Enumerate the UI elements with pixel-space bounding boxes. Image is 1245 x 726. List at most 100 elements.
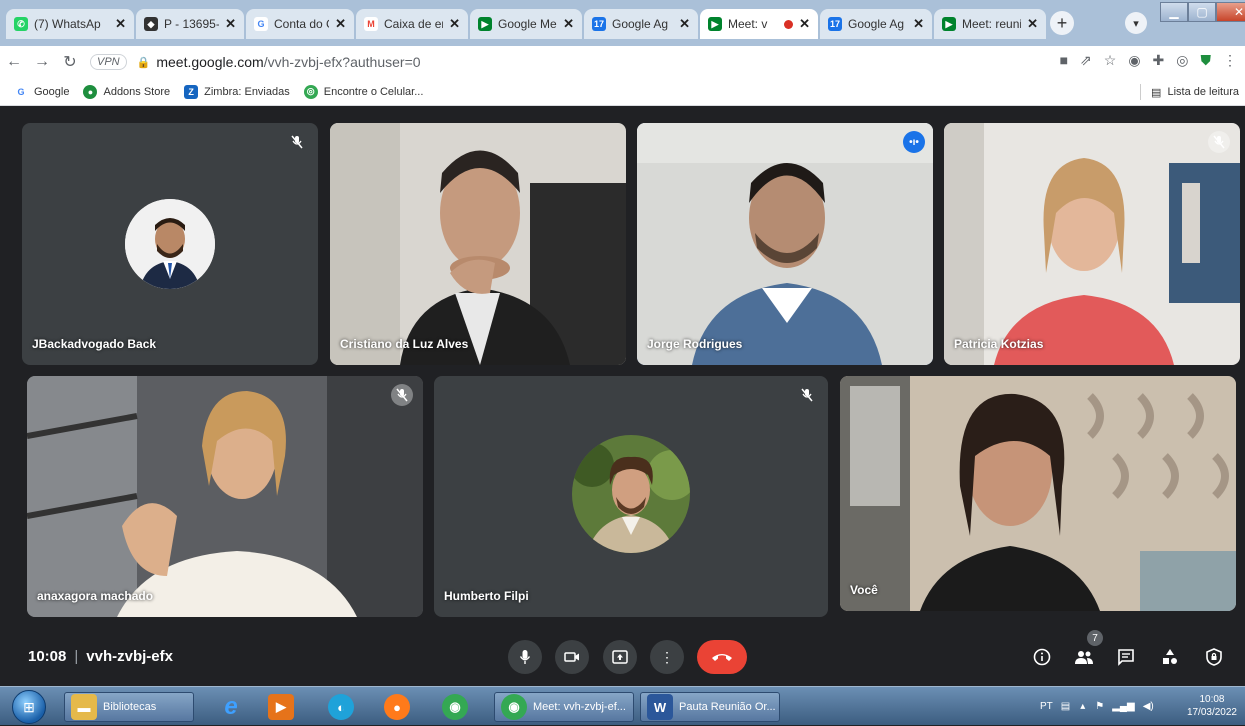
info-icon — [1033, 648, 1051, 666]
address-bar: ← → ↻ VPN 🔒 meet.google.com/vvh-zvbj-efx… — [0, 46, 1245, 78]
close-icon[interactable]: ✕ — [799, 16, 810, 32]
extension-icon[interactable]: ◉ — [1128, 52, 1140, 69]
taskbar-item-chrome[interactable]: ◉ — [436, 692, 480, 722]
meet-icon: ▶ — [942, 17, 956, 31]
video-camera-icon — [564, 652, 579, 662]
meeting-details-button[interactable] — [1029, 644, 1055, 670]
participant-video — [27, 376, 423, 617]
camera-icon[interactable]: ■ — [1060, 52, 1068, 69]
mic-off-icon — [796, 384, 818, 406]
volume-icon[interactable]: ◀) — [1143, 701, 1154, 712]
participant-tile[interactable]: anaxagora machado — [27, 376, 423, 617]
taskbar-item-bibliotecas[interactable]: ▬ Bibliotecas — [64, 692, 194, 722]
close-icon[interactable]: ✕ — [679, 16, 690, 32]
share-icon[interactable]: ⇗ — [1080, 52, 1092, 69]
microphone-button[interactable] — [508, 640, 542, 674]
participant-tile[interactable]: Cristiano da Luz Alves — [330, 123, 626, 365]
tab-google-calendar-2[interactable]: 17 Google Ag ✕ — [820, 9, 932, 39]
edge-icon: ◐ — [328, 694, 354, 720]
more-vert-icon: ⋮ — [660, 648, 674, 665]
close-icon[interactable]: ✕ — [913, 16, 924, 32]
bookmark-find-device[interactable]: ◎ Encontre o Celular... — [303, 84, 423, 99]
windows-taskbar: ⊞ ▬ Bibliotecas e ▶ ◐ ● ◉ ◉ Meet: vvh-zv… — [0, 686, 1245, 725]
tab-meet-reuniao[interactable]: ▶ Meet: reuni ✕ — [934, 9, 1046, 39]
participants-button[interactable] — [1071, 644, 1097, 670]
leave-call-button[interactable] — [697, 640, 747, 674]
network-icon[interactable]: ▂▄▆ — [1112, 701, 1134, 712]
close-icon[interactable]: ✕ — [335, 16, 346, 32]
meet-icon: ▶ — [708, 17, 722, 31]
show-hidden-icons-icon[interactable]: ▴ — [1080, 701, 1085, 712]
tab-whatsapp[interactable]: ✆ (7) WhatsAp ✕ — [6, 9, 134, 39]
word-icon: W — [647, 694, 673, 720]
taskbar-item-media-player[interactable]: ▶ — [262, 692, 306, 722]
mic-off-icon — [286, 131, 308, 153]
host-controls-button[interactable] — [1201, 644, 1227, 670]
puzzle-icon[interactable]: ✚ — [1153, 52, 1165, 69]
close-window-button[interactable]: ✕ — [1216, 2, 1245, 22]
mic-off-icon — [1208, 131, 1230, 153]
reading-list[interactable]: ▤ Lista de leitura — [1140, 84, 1239, 100]
close-icon[interactable]: ✕ — [225, 16, 236, 32]
new-tab-button[interactable]: + — [1050, 11, 1074, 35]
shield-icon[interactable]: ⛊ — [1201, 52, 1212, 69]
tab-meet-active[interactable]: ▶ Meet: v ✕ — [700, 9, 818, 39]
taskbar-clock[interactable]: 10:08 17/03/2022 — [1187, 693, 1237, 719]
start-button[interactable]: ⊞ — [12, 690, 46, 724]
keyboard-icon[interactable]: ▤ — [1061, 701, 1070, 712]
camera-button[interactable] — [555, 640, 589, 674]
google-icon: G — [254, 17, 268, 31]
meet-control-bar: 10:08 | vvh-zvbj-efx ⋮ — [0, 628, 1245, 684]
taskbar-item-firefox[interactable]: ● — [378, 692, 422, 722]
participant-tile[interactable]: JBackadvogado Back — [22, 123, 318, 365]
meeting-code: vvh-zvbj-efx — [86, 648, 173, 665]
language-indicator[interactable]: PT — [1040, 701, 1053, 712]
close-icon[interactable]: ✕ — [115, 16, 126, 32]
tab-gmail[interactable]: M Caixa de en ✕ — [356, 9, 468, 39]
bookmark-addons-store[interactable]: ● Addons Store — [83, 84, 170, 99]
minimize-button[interactable]: ▁ — [1160, 2, 1188, 22]
taskbar-item-word[interactable]: W Pauta Reunião Or... — [640, 692, 780, 722]
present-screen-icon — [612, 650, 628, 664]
flag-icon[interactable]: ⚑ — [1095, 701, 1104, 712]
back-button[interactable]: ← — [0, 53, 28, 71]
participant-tile[interactable]: Patricia Kotzias — [944, 123, 1240, 365]
close-icon[interactable]: ✕ — [1027, 16, 1038, 32]
close-icon[interactable]: ✕ — [563, 16, 574, 32]
activities-button[interactable] — [1157, 644, 1183, 670]
bookmark-zimbra[interactable]: Z Zimbra: Enviadas — [184, 84, 290, 99]
participant-name: anaxagora machado — [37, 589, 154, 603]
taskbar-item-meet[interactable]: ◉ Meet: vvh-zvbj-ef... — [494, 692, 634, 722]
tab-google-account[interactable]: G Conta do Go ✕ — [246, 9, 354, 39]
profile-icon[interactable]: ◎ — [1176, 52, 1188, 69]
lock-icon[interactable]: 🔒 — [137, 56, 151, 69]
bookmark-google[interactable]: G Google — [14, 84, 69, 99]
vpn-badge[interactable]: VPN — [90, 54, 127, 70]
tab-process[interactable]: ◆ P - 13695-2( ✕ — [136, 9, 244, 39]
internet-explorer-icon: e — [224, 693, 238, 720]
tab-google-meet[interactable]: ▶ Google Me ✕ — [470, 9, 582, 39]
recording-indicator-icon — [784, 19, 794, 29]
star-icon[interactable]: ☆ — [1104, 52, 1117, 69]
maximize-button[interactable]: ▢ — [1188, 2, 1216, 22]
taskbar-item-internet-explorer[interactable]: e — [212, 692, 256, 722]
tab-search-button[interactable]: ▾ — [1125, 12, 1147, 34]
menu-icon[interactable]: ⋮ — [1223, 52, 1237, 69]
chevron-down-icon: ▾ — [1133, 17, 1139, 30]
present-screen-button[interactable] — [603, 640, 637, 674]
reload-button[interactable]: ↻ — [56, 52, 84, 72]
participant-tile[interactable]: Humberto Filpi — [434, 376, 828, 617]
close-icon[interactable]: ✕ — [449, 16, 460, 32]
more-options-button[interactable]: ⋮ — [650, 640, 684, 674]
participant-tile[interactable]: Você — [840, 376, 1236, 611]
url-field[interactable]: meet.google.com/vvh-zvbj-efx?authuser=0 — [156, 54, 420, 70]
chat-button[interactable] — [1113, 644, 1139, 670]
taskbar-item-edge[interactable]: ◐ — [322, 692, 366, 722]
forward-button[interactable]: → — [28, 53, 56, 71]
firefox-icon: ● — [384, 694, 410, 720]
mic-off-icon — [391, 384, 413, 406]
activities-icon — [1163, 649, 1177, 664]
participant-tile[interactable]: •ı• Jorge Rodrigues — [637, 123, 933, 365]
tab-google-calendar[interactable]: 17 Google Ag ✕ — [584, 9, 698, 39]
google-icon: G — [14, 84, 28, 99]
